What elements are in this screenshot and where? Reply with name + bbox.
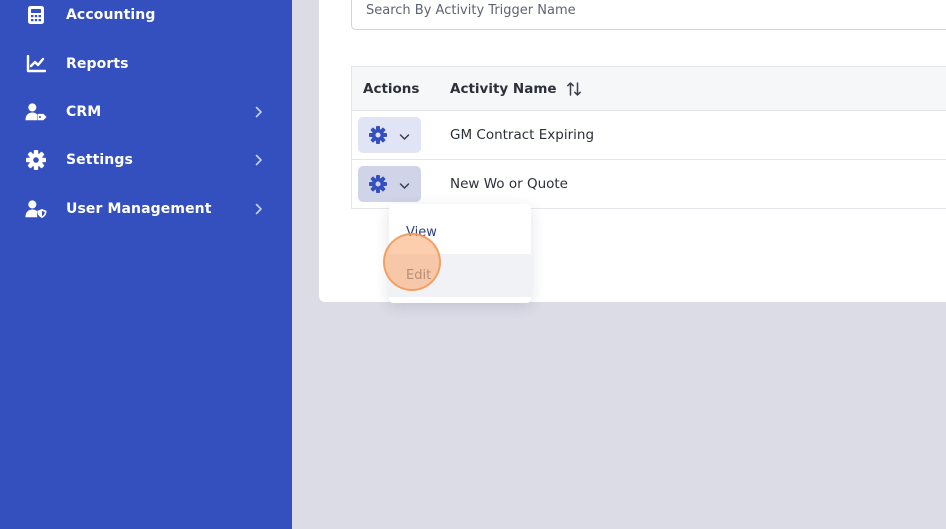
- sidebar-item-crm[interactable]: CRM: [0, 92, 292, 132]
- user-shield-icon: [25, 198, 47, 220]
- sidebar-item-label: Accounting: [66, 7, 156, 23]
- search-input[interactable]: [351, 0, 946, 30]
- table-row: New Wo or Quote: [352, 160, 946, 209]
- activity-name-cell: GM Contract Expiring: [450, 127, 595, 143]
- chevron-down-icon: [399, 130, 410, 140]
- sidebar-item-label: User Management: [66, 201, 212, 217]
- calculator-icon: [25, 4, 47, 26]
- chevron-right-icon: [253, 153, 265, 167]
- sidebar-item-accounting[interactable]: Accounting: [0, 0, 292, 35]
- gear-icon: [369, 126, 387, 144]
- table-row: GM Contract Expiring: [352, 111, 946, 160]
- sidebar: Accounting Reports CRM Settings User Man…: [0, 0, 292, 529]
- chevron-right-icon: [253, 202, 265, 216]
- row-actions-dropdown: View Edit: [389, 204, 531, 303]
- table-header: Actions Activity Name: [352, 67, 946, 111]
- gear-icon: [25, 149, 47, 171]
- sidebar-item-label: CRM: [66, 104, 102, 120]
- row-actions-button[interactable]: [358, 166, 421, 202]
- activity-name-cell: New Wo or Quote: [450, 176, 568, 192]
- dropdown-item-view[interactable]: View: [389, 211, 531, 254]
- sidebar-item-label: Reports: [66, 56, 129, 72]
- sidebar-item-settings[interactable]: Settings: [0, 140, 292, 180]
- column-header-activity-name[interactable]: Activity Name: [450, 67, 582, 111]
- sidebar-item-user-management[interactable]: User Management: [0, 189, 292, 229]
- chevron-right-icon: [253, 105, 265, 119]
- row-actions-button[interactable]: [358, 117, 421, 153]
- sort-icon[interactable]: [566, 81, 582, 97]
- sidebar-item-label: Settings: [66, 152, 133, 168]
- chevron-down-icon: [399, 179, 410, 189]
- activity-triggers-table: Actions Activity Name GM Contract Expiri…: [351, 66, 946, 209]
- user-tag-icon: [25, 101, 47, 123]
- dropdown-item-edit[interactable]: Edit: [389, 254, 531, 297]
- column-header-label: Activity Name: [450, 81, 557, 97]
- column-header-actions: Actions: [363, 81, 420, 97]
- sidebar-item-reports[interactable]: Reports: [0, 44, 292, 84]
- gear-icon: [369, 175, 387, 193]
- chart-line-icon: [25, 53, 47, 75]
